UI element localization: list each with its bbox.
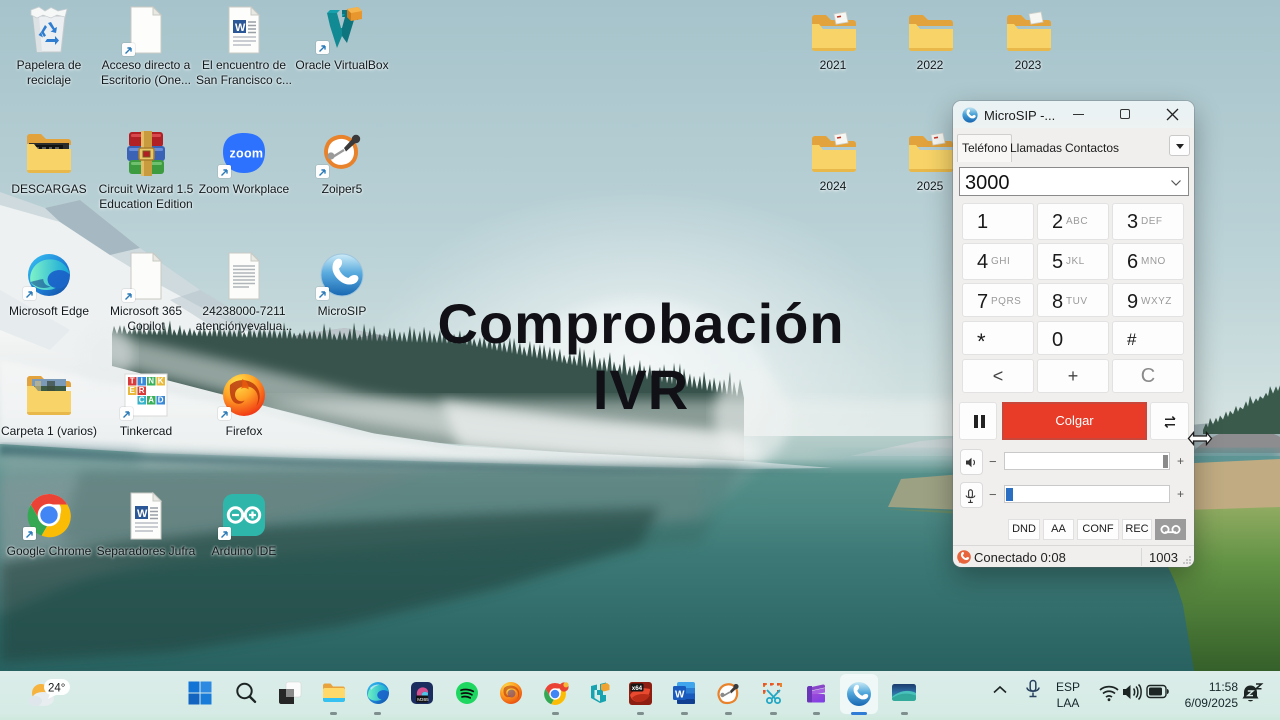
svg-text:zoom: zoom	[230, 147, 264, 161]
svg-text:24°: 24°	[48, 683, 65, 695]
svg-text:W: W	[675, 690, 685, 701]
svg-text:C: C	[139, 396, 145, 405]
svg-text:M365: M365	[417, 697, 429, 702]
svg-text:N: N	[148, 377, 154, 386]
svg-text:K: K	[158, 377, 164, 386]
svg-text:x64: x64	[632, 685, 643, 692]
svg-text:I: I	[141, 377, 143, 386]
svg-text:D: D	[158, 396, 164, 405]
svg-text:W: W	[235, 22, 246, 34]
svg-text:E: E	[130, 386, 136, 395]
svg-text:T: T	[130, 377, 135, 386]
svg-text:R: R	[139, 386, 145, 395]
svg-text:A: A	[148, 396, 154, 405]
svg-text:W: W	[137, 508, 148, 520]
